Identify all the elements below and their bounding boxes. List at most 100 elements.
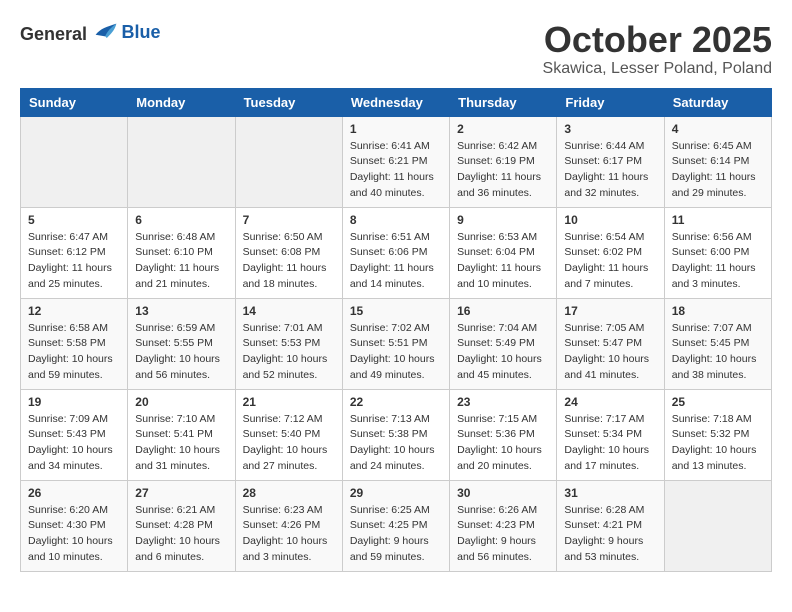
location-subtitle: Skawica, Lesser Poland, Poland — [543, 60, 772, 78]
calendar-day-cell: 18 Sunrise: 7:07 AMSunset: 5:45 PMDayligh… — [664, 298, 771, 389]
calendar-day-cell: 6 Sunrise: 6:48 AMSunset: 6:10 PMDaylight… — [128, 207, 235, 298]
calendar-day-cell: 12Sunrise: 6:58 AMSunset: 5:58 PMDayligh… — [21, 298, 128, 389]
month-title: October 2025 — [543, 20, 772, 60]
day-info: Sunrise: 6:23 AMSunset: 4:26 PMDaylight:… — [243, 503, 335, 566]
day-number: 6 — [135, 213, 227, 227]
calendar-day-cell: 10 Sunrise: 6:54 AMSunset: 6:02 PMDayligh… — [557, 207, 664, 298]
calendar-day-cell: 11 Sunrise: 6:56 AMSunset: 6:00 PMDayligh… — [664, 207, 771, 298]
calendar-day-cell: 16 Sunrise: 7:04 AMSunset: 5:49 PMDayligh… — [450, 298, 557, 389]
day-info: Sunrise: 6:20 AMSunset: 4:30 PMDaylight:… — [28, 503, 120, 566]
title-block: October 2025 Skawica, Lesser Poland, Pol… — [543, 20, 772, 78]
day-number: 29 — [350, 486, 442, 500]
day-of-week-header: Monday — [128, 88, 235, 116]
day-number: 18 — [672, 304, 764, 318]
day-of-week-header: Tuesday — [235, 88, 342, 116]
day-info: Sunrise: 7:13 AMSunset: 5:38 PMDaylight:… — [350, 412, 442, 475]
calendar-day-cell: 27 Sunrise: 6:21 AMSunset: 4:28 PMDayligh… — [128, 480, 235, 571]
calendar-day-cell: 3 Sunrise: 6:44 AMSunset: 6:17 PMDaylight… — [557, 116, 664, 207]
day-number: 5 — [28, 213, 120, 227]
day-info: Sunrise: 6:51 AMSunset: 6:06 PMDaylight:… — [350, 230, 442, 293]
day-number: 24 — [564, 395, 656, 409]
day-number: 21 — [243, 395, 335, 409]
calendar-day-cell: 2 Sunrise: 6:42 AMSunset: 6:19 PMDaylight… — [450, 116, 557, 207]
day-of-week-header: Sunday — [21, 88, 128, 116]
calendar-day-cell: 5 Sunrise: 6:47 AMSunset: 6:12 PMDaylight… — [21, 207, 128, 298]
calendar-day-cell: 29 Sunrise: 6:25 AMSunset: 4:25 PMDayligh… — [342, 480, 449, 571]
day-number: 28 — [243, 486, 335, 500]
calendar-day-cell: 4Sunrise: 6:45 AMSunset: 6:14 PMDaylight… — [664, 116, 771, 207]
day-number: 25 — [672, 395, 764, 409]
day-info: Sunrise: 7:01 AMSunset: 5:53 PMDaylight:… — [243, 321, 335, 384]
day-info: Sunrise: 6:21 AMSunset: 4:28 PMDaylight:… — [135, 503, 227, 566]
calendar-day-cell: 17Sunrise: 7:05 AMSunset: 5:47 PMDayligh… — [557, 298, 664, 389]
day-number: 4 — [672, 122, 764, 136]
day-info: Sunrise: 7:12 AMSunset: 5:40 PMDaylight:… — [243, 412, 335, 475]
calendar-week-row: 5 Sunrise: 6:47 AMSunset: 6:12 PMDaylight… — [21, 207, 772, 298]
day-info: Sunrise: 7:15 AMSunset: 5:36 PMDaylight:… — [457, 412, 549, 475]
calendar-day-cell: 28 Sunrise: 6:23 AMSunset: 4:26 PMDayligh… — [235, 480, 342, 571]
day-number: 30 — [457, 486, 549, 500]
calendar-day-cell: 15Sunrise: 7:02 AMSunset: 5:51 PMDayligh… — [342, 298, 449, 389]
day-number: 13 — [135, 304, 227, 318]
calendar-table: SundayMondayTuesdayWednesdayThursdayFrid… — [20, 88, 772, 572]
day-number: 26 — [28, 486, 120, 500]
day-number: 3 — [564, 122, 656, 136]
day-info: Sunrise: 6:58 AMSunset: 5:58 PMDaylight:… — [28, 321, 120, 384]
calendar-day-cell: 14 Sunrise: 7:01 AMSunset: 5:53 PMDayligh… — [235, 298, 342, 389]
day-number: 7 — [243, 213, 335, 227]
day-number: 22 — [350, 395, 442, 409]
calendar-day-cell: 22 Sunrise: 7:13 AMSunset: 5:38 PMDayligh… — [342, 389, 449, 480]
day-number: 23 — [457, 395, 549, 409]
day-info: Sunrise: 6:47 AMSunset: 6:12 PMDaylight:… — [28, 230, 120, 293]
day-number: 15 — [350, 304, 442, 318]
day-info: Sunrise: 6:26 AMSunset: 4:23 PMDaylight:… — [457, 503, 549, 566]
logo-general-text: General — [20, 24, 87, 44]
day-info: Sunrise: 6:48 AMSunset: 6:10 PMDaylight:… — [135, 230, 227, 293]
calendar-day-cell: 26 Sunrise: 6:20 AMSunset: 4:30 PMDayligh… — [21, 480, 128, 571]
day-info: Sunrise: 7:07 AMSunset: 5:45 PMDaylight:… — [672, 321, 764, 384]
day-info: Sunrise: 7:09 AMSunset: 5:43 PMDaylight:… — [28, 412, 120, 475]
calendar-day-cell: 25 Sunrise: 7:18 AMSunset: 5:32 PMDayligh… — [664, 389, 771, 480]
calendar-day-cell — [235, 116, 342, 207]
day-info: Sunrise: 7:05 AMSunset: 5:47 PMDaylight:… — [564, 321, 656, 384]
logo-blue-text: Blue — [122, 22, 161, 42]
calendar-day-cell: 7Sunrise: 6:50 AMSunset: 6:08 PMDaylight… — [235, 207, 342, 298]
day-info: Sunrise: 6:44 AMSunset: 6:17 PMDaylight:… — [564, 139, 656, 202]
day-info: Sunrise: 7:04 AMSunset: 5:49 PMDaylight:… — [457, 321, 549, 384]
day-info: Sunrise: 6:53 AMSunset: 6:04 PMDaylight:… — [457, 230, 549, 293]
day-number: 10 — [564, 213, 656, 227]
calendar-day-cell: 21 Sunrise: 7:12 AMSunset: 5:40 PMDayligh… — [235, 389, 342, 480]
day-info: Sunrise: 6:25 AMSunset: 4:25 PMDaylight:… — [350, 503, 442, 566]
day-number: 11 — [672, 213, 764, 227]
calendar-day-cell: 8 Sunrise: 6:51 AMSunset: 6:06 PMDaylight… — [342, 207, 449, 298]
day-number: 8 — [350, 213, 442, 227]
day-of-week-header: Friday — [557, 88, 664, 116]
day-number: 31 — [564, 486, 656, 500]
calendar-week-row: 12Sunrise: 6:58 AMSunset: 5:58 PMDayligh… — [21, 298, 772, 389]
day-number: 2 — [457, 122, 549, 136]
day-info: Sunrise: 6:56 AMSunset: 6:00 PMDaylight:… — [672, 230, 764, 293]
day-of-week-header: Wednesday — [342, 88, 449, 116]
day-number: 27 — [135, 486, 227, 500]
calendar-day-cell: 9 Sunrise: 6:53 AMSunset: 6:04 PMDaylight… — [450, 207, 557, 298]
day-number: 1 — [350, 122, 442, 136]
day-info: Sunrise: 6:54 AMSunset: 6:02 PMDaylight:… — [564, 230, 656, 293]
calendar-day-cell: 24 Sunrise: 7:17 AMSunset: 5:34 PMDayligh… — [557, 389, 664, 480]
day-number: 9 — [457, 213, 549, 227]
day-info: Sunrise: 7:18 AMSunset: 5:32 PMDaylight:… — [672, 412, 764, 475]
calendar-day-cell: 1Sunrise: 6:41 AMSunset: 6:21 PMDaylight… — [342, 116, 449, 207]
day-info: Sunrise: 6:42 AMSunset: 6:19 PMDaylight:… — [457, 139, 549, 202]
calendar-day-cell — [128, 116, 235, 207]
calendar-day-cell — [664, 480, 771, 571]
day-info: Sunrise: 7:17 AMSunset: 5:34 PMDaylight:… — [564, 412, 656, 475]
day-number: 16 — [457, 304, 549, 318]
day-number: 19 — [28, 395, 120, 409]
day-of-week-header: Saturday — [664, 88, 771, 116]
calendar-day-cell: 23 Sunrise: 7:15 AMSunset: 5:36 PMDayligh… — [450, 389, 557, 480]
page-header: General Blue October 2025 Skawica, Lesse… — [20, 20, 772, 78]
calendar-week-row: 1Sunrise: 6:41 AMSunset: 6:21 PMDaylight… — [21, 116, 772, 207]
day-info: Sunrise: 6:59 AMSunset: 5:55 PMDaylight:… — [135, 321, 227, 384]
calendar-day-cell: 13 Sunrise: 6:59 AMSunset: 5:55 PMDayligh… — [128, 298, 235, 389]
day-of-week-header: Thursday — [450, 88, 557, 116]
day-number: 14 — [243, 304, 335, 318]
